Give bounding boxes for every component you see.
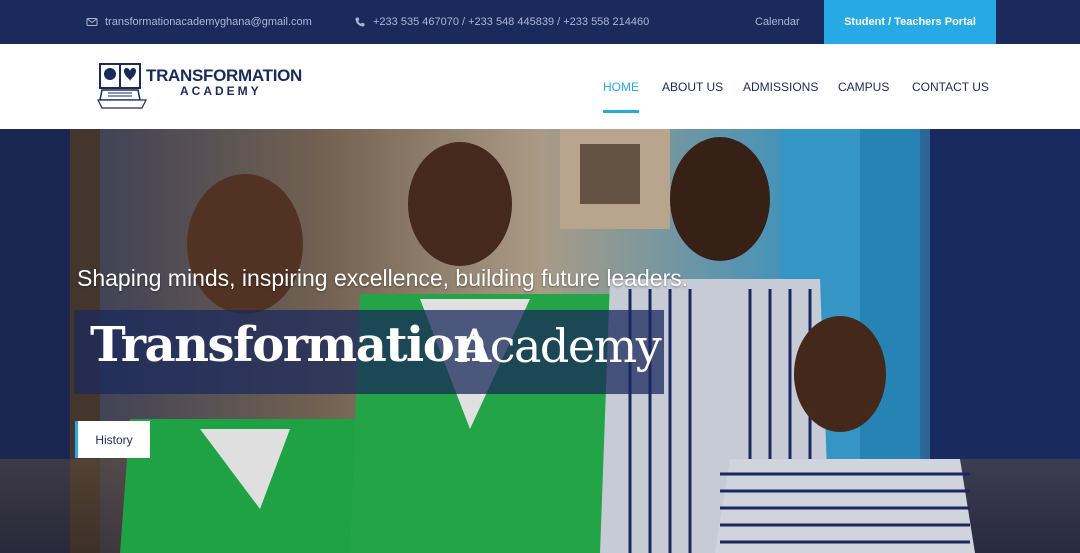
- nav-campus[interactable]: CAMPUS: [838, 44, 889, 129]
- nav-admissions[interactable]: ADMISSIONS: [743, 44, 818, 129]
- nav-contact-us[interactable]: CONTACT US: [912, 44, 989, 129]
- history-button[interactable]: History: [75, 421, 150, 458]
- nav-about-us-label: ABOUT US: [662, 79, 724, 94]
- calendar-link[interactable]: Calendar: [755, 0, 800, 44]
- hero-tagline: Shaping minds, inspiring excellence, bui…: [77, 265, 689, 291]
- logo-line-1: TRANSFORMATION: [146, 66, 303, 85]
- crest-icon: [97, 63, 147, 109]
- student-teachers-portal-button[interactable]: Student / Teachers Portal: [824, 0, 996, 44]
- logo-line-2: ACADEMY: [180, 84, 262, 98]
- hero-title-box: Transformation Academy: [74, 310, 664, 394]
- hero-banner: Shaping minds, inspiring excellence, bui…: [0, 129, 1080, 553]
- active-underline: [603, 110, 639, 113]
- email-text[interactable]: transformationacademyghana@gmail.com: [105, 16, 312, 28]
- phone-text: +233 535 467070 / +233 548 445839 / +233…: [373, 16, 650, 28]
- envelope-icon: [86, 18, 98, 26]
- nav-contact-us-label: CONTACT US: [912, 79, 989, 94]
- phone-icon: [355, 17, 365, 27]
- nav-admissions-label: ADMISSIONS: [743, 79, 819, 94]
- phone-contact: +233 535 467070 / +233 548 445839 / +233…: [354, 0, 649, 44]
- nav-home-label: HOME: [603, 79, 639, 94]
- hero-title-bold: Transformation: [90, 317, 488, 373]
- nav-home[interactable]: HOME: [603, 44, 639, 129]
- email-contact[interactable]: transformationacademyghana@gmail.com: [86, 0, 312, 44]
- site-header: TRANSFORMATION ACADEMY HOME ABOUT US ADM…: [0, 44, 1080, 129]
- top-bar: transformationacademyghana@gmail.com +23…: [0, 0, 1080, 44]
- hero-title-regular: Academy: [458, 319, 662, 373]
- nav-campus-label: CAMPUS: [838, 79, 890, 94]
- nav-about-us[interactable]: ABOUT US: [662, 44, 723, 129]
- academy-logo[interactable]: TRANSFORMATION ACADEMY: [96, 62, 316, 110]
